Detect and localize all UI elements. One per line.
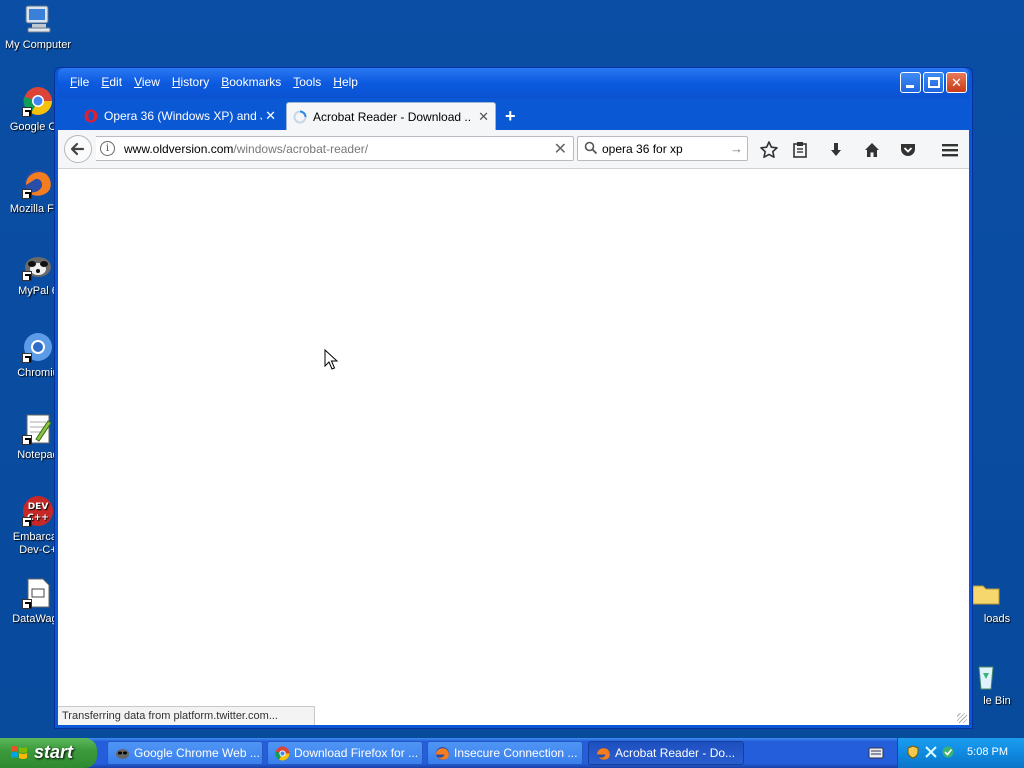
security-shield-icon[interactable] bbox=[906, 745, 920, 759]
document-icon bbox=[22, 577, 54, 609]
desktop-icon-my-computer[interactable]: My Computer bbox=[0, 3, 76, 52]
search-bar[interactable]: → bbox=[577, 136, 748, 161]
url-domain: www.oldversion.com bbox=[124, 142, 234, 156]
tab-strip: Opera 36 (Windows XP) and J... ✕ Acrobat… bbox=[58, 98, 969, 130]
firefox-icon bbox=[22, 167, 54, 199]
windows-logo-icon bbox=[11, 746, 27, 759]
firefox-icon bbox=[436, 747, 449, 760]
search-go-arrow-icon[interactable]: → bbox=[730, 141, 743, 156]
download-arrow-icon[interactable] bbox=[825, 139, 847, 161]
desktop-icon-label: My Computer bbox=[4, 39, 72, 51]
menu-tools[interactable]: Tools bbox=[287, 73, 327, 91]
search-icon bbox=[584, 141, 598, 155]
dev-cpp-icon: DEV C++ bbox=[22, 495, 54, 527]
shortcut-arrow-icon bbox=[22, 189, 32, 199]
menu-edit[interactable]: Edit bbox=[95, 73, 128, 91]
shortcut-arrow-icon bbox=[22, 599, 32, 609]
clear-url-icon[interactable]: ✕ bbox=[554, 139, 567, 159]
page-content[interactable]: Transferring data from platform.twitter.… bbox=[58, 169, 969, 725]
minimize-button[interactable] bbox=[900, 72, 921, 93]
shortcut-arrow-icon bbox=[22, 353, 32, 363]
svg-text:DEV: DEV bbox=[28, 502, 49, 512]
taskbar-item-download-firefox[interactable]: Download Firefox for ... bbox=[267, 741, 423, 765]
minimize-icon bbox=[906, 85, 914, 88]
maximize-icon bbox=[928, 77, 940, 88]
url-text: www.oldversion.com/windows/acrobat-reade… bbox=[124, 142, 368, 156]
navigation-toolbar: i www.oldversion.com/windows/acrobat-rea… bbox=[58, 130, 969, 169]
search-input[interactable] bbox=[602, 140, 730, 157]
opera-icon bbox=[84, 109, 98, 123]
tab-opera[interactable]: Opera 36 (Windows XP) and J... ✕ bbox=[78, 102, 282, 130]
chrome-icon bbox=[275, 746, 290, 761]
computer-icon bbox=[22, 3, 54, 35]
menu-history[interactable]: History bbox=[166, 73, 215, 91]
firefox-icon bbox=[597, 747, 610, 760]
desktop-icon-label: Notepad bbox=[17, 449, 59, 461]
browser-window: File Edit View History Bookmarks Tools H… bbox=[54, 67, 973, 729]
start-button[interactable]: start bbox=[0, 738, 97, 768]
back-button[interactable] bbox=[64, 135, 92, 163]
mypal-raccoon-icon bbox=[22, 249, 54, 281]
network-icon[interactable] bbox=[924, 745, 938, 759]
taskbar-item-label: Google Chrome Web ... bbox=[134, 746, 260, 760]
menu-bar: File Edit View History Bookmarks Tools H… bbox=[64, 73, 364, 91]
url-path: /windows/acrobat-reader/ bbox=[233, 142, 369, 156]
shortcut-arrow-icon bbox=[22, 517, 32, 527]
taskbar-item-label: Download Firefox for ... bbox=[294, 746, 419, 760]
menu-view[interactable]: View bbox=[128, 73, 166, 91]
home-icon[interactable] bbox=[861, 139, 883, 161]
recycle-bin-icon bbox=[970, 659, 1002, 691]
site-info-icon[interactable]: i bbox=[100, 141, 115, 156]
clock: 5:08 PM bbox=[967, 746, 1008, 758]
back-arrow-icon bbox=[70, 142, 85, 156]
tab-close-icon[interactable]: ✕ bbox=[478, 109, 489, 125]
shortcut-arrow-icon bbox=[22, 107, 32, 117]
system-tray: 5:08 PM bbox=[897, 738, 1024, 768]
keyboard-icon[interactable] bbox=[868, 746, 884, 760]
bookmark-star-icon[interactable] bbox=[758, 139, 780, 161]
chromium-icon bbox=[22, 331, 54, 363]
taskbar-item-label: Acrobat Reader - Do... bbox=[615, 746, 736, 760]
shortcut-arrow-icon bbox=[22, 435, 32, 445]
pocket-icon[interactable] bbox=[897, 139, 919, 161]
new-tab-plus-icon[interactable]: + bbox=[505, 107, 516, 125]
reading-list-icon[interactable] bbox=[789, 139, 811, 161]
menu-help[interactable]: Help bbox=[327, 73, 364, 91]
tab-title: Opera 36 (Windows XP) and J... bbox=[104, 109, 262, 123]
taskbar-item-label: Insecure Connection ... bbox=[454, 746, 578, 760]
tab-title: Acrobat Reader - Download ... bbox=[313, 109, 471, 124]
menu-file[interactable]: File bbox=[64, 73, 95, 91]
status-text: Transferring data from platform.twitter.… bbox=[58, 706, 315, 725]
loading-spinner-icon bbox=[293, 110, 307, 124]
maximize-button[interactable] bbox=[923, 72, 944, 93]
mypal-icon bbox=[116, 749, 129, 759]
safely-remove-icon[interactable] bbox=[941, 745, 955, 759]
close-window-button[interactable]: ✕ bbox=[946, 72, 967, 93]
shortcut-arrow-icon bbox=[22, 271, 32, 281]
taskbar-item-google-chrome[interactable]: Google Chrome Web ... bbox=[107, 741, 263, 765]
menu-bookmarks[interactable]: Bookmarks bbox=[215, 73, 287, 91]
desktop-icon-label: Chromiu bbox=[17, 367, 59, 379]
tab-acrobat-reader[interactable]: Acrobat Reader - Download ... ✕ bbox=[286, 102, 496, 130]
close-icon: ✕ bbox=[951, 75, 962, 90]
title-bar[interactable]: File Edit View History Bookmarks Tools H… bbox=[58, 68, 969, 98]
mouse-cursor-icon bbox=[324, 349, 338, 370]
desktop-icon-label: MyPal 6 bbox=[18, 285, 58, 297]
start-label: start bbox=[34, 742, 74, 762]
tab-close-icon[interactable]: ✕ bbox=[265, 108, 276, 124]
taskbar-item-acrobat-reader[interactable]: Acrobat Reader - Do... bbox=[588, 741, 744, 765]
hamburger-menu-icon[interactable] bbox=[939, 139, 961, 161]
url-bar[interactable]: i www.oldversion.com/windows/acrobat-rea… bbox=[96, 136, 574, 161]
resize-grip-icon[interactable] bbox=[957, 713, 967, 723]
folder-icon bbox=[970, 577, 1002, 609]
taskbar-item-insecure-connection[interactable]: Insecure Connection ... bbox=[427, 741, 583, 765]
notepad-plus-icon bbox=[22, 413, 54, 445]
taskbar: start Google Chrome Web ... Download Fir… bbox=[0, 738, 1024, 768]
chrome-icon bbox=[22, 85, 54, 117]
